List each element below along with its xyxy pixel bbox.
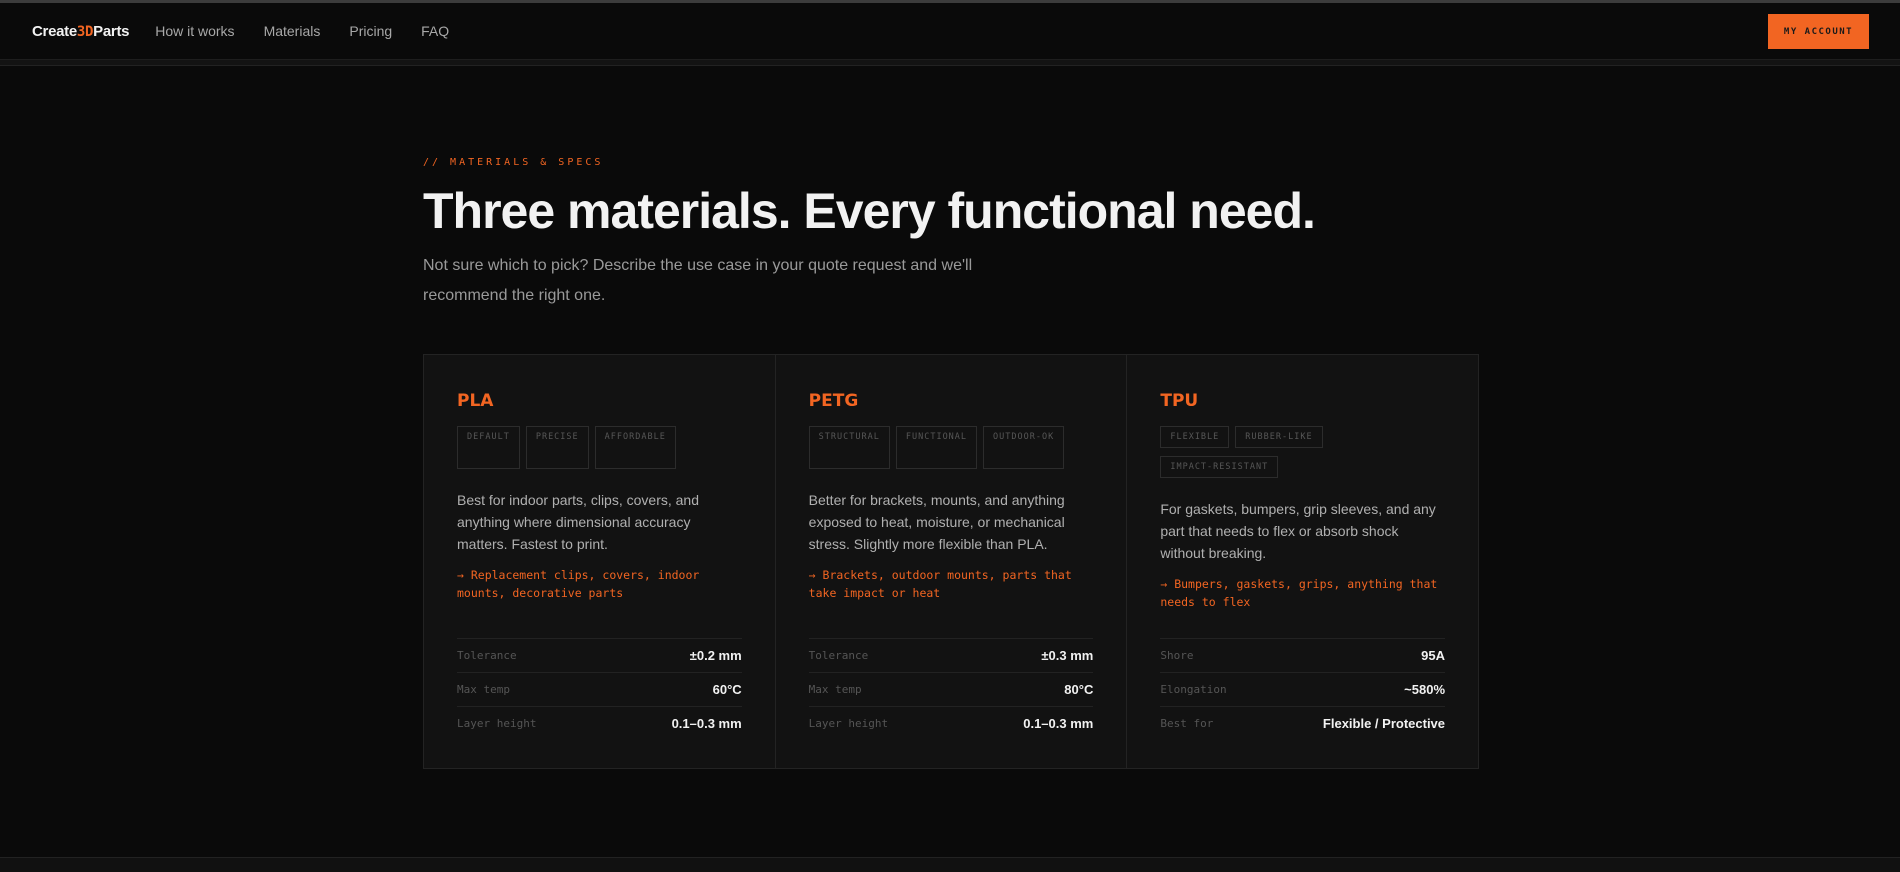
spec-row: Tolerance ±0.3 mm xyxy=(808,638,1094,672)
use-cases: → Bumpers, gaskets, grips, anything that… xyxy=(1160,577,1438,609)
logo-accent: 3D xyxy=(76,23,94,40)
material-cards: PLA DEFAULT PRECISE AFFORDABLE Best for indo… xyxy=(423,354,1479,769)
nav-pricing[interactable]: Pricing xyxy=(349,23,392,39)
material-card-pla: PLA DEFAULT PRECISE AFFORDABLE Best for indo… xyxy=(424,355,776,768)
spec-label: Max temp xyxy=(808,683,862,696)
spec-row: Shore 95A xyxy=(1160,638,1446,672)
material-name: PLA xyxy=(457,391,494,411)
use-cases: → Replacement clips, covers, indoor moun… xyxy=(457,568,700,600)
next-section-edge xyxy=(0,857,1900,872)
spec-row: Elongation ~580% xyxy=(1160,672,1446,706)
spec-value: ±0.2 mm xyxy=(689,648,742,663)
material-name: TPU xyxy=(1160,391,1199,411)
material-card-petg: PETG STRUCTURAL FUNCTIONAL OUTDOOR-OK Better… xyxy=(776,355,1128,768)
spec-table: Tolerance ±0.2 mm Max temp 60°C Layer height… xyxy=(457,638,742,740)
tag-list: FLEXIBLE RUBBER-LIKE IMPACT-RESISTANT xyxy=(1160,426,1445,478)
spec-value: ±0.3 mm xyxy=(1041,648,1094,663)
material-card-tpu: TPU FLEXIBLE RUBBER-LIKE IMPACT-RESISTANT Fo… xyxy=(1127,355,1478,768)
spec-label: Max temp xyxy=(457,683,510,696)
spec-row: Max temp 60°C xyxy=(457,672,742,706)
logo-text-end: Parts xyxy=(93,22,130,40)
spec-row: Max temp 80°C xyxy=(808,672,1094,706)
nav-materials[interactable]: Materials xyxy=(264,23,321,39)
spec-label: Best for xyxy=(1160,717,1214,730)
spec-value: 80°C xyxy=(1064,682,1094,697)
my-account-button[interactable]: MY ACCOUNT xyxy=(1768,14,1869,49)
tag: OUTDOOR-OK xyxy=(983,426,1065,469)
tag: DEFAULT xyxy=(457,426,520,469)
tag: PRECISE xyxy=(525,426,589,469)
spec-value: 0.1–0.3 mm xyxy=(1023,716,1094,731)
material-description: Better for brackets, mounts, and anythin… xyxy=(808,492,1065,552)
tag: IMPACT-RESISTANT xyxy=(1160,456,1279,478)
material-description: Best for indoor parts, clips, covers, an… xyxy=(457,492,699,552)
tag: FUNCTIONAL xyxy=(895,426,978,469)
spec-label: Tolerance xyxy=(457,649,517,662)
use-cases: → Brackets, outdoor mounts, parts that t… xyxy=(808,568,1072,600)
logo[interactable]: Create3DParts xyxy=(32,22,130,40)
tag-list: DEFAULT PRECISE AFFORDABLE xyxy=(457,426,742,469)
spec-value: 60°C xyxy=(712,682,742,697)
spec-label: Layer height xyxy=(808,717,889,730)
spec-value: ~580% xyxy=(1404,682,1446,697)
nav-faq[interactable]: FAQ xyxy=(421,23,449,39)
spec-row: Layer height 0.1–0.3 mm xyxy=(808,706,1094,740)
nav-how-it-works[interactable]: How it works xyxy=(155,23,234,39)
spec-value: Flexible / Protective xyxy=(1322,716,1446,731)
materials-section: // MATERIALS & SPECS Three materials. Ev… xyxy=(423,157,1479,769)
spec-row: Best for Flexible / Protective xyxy=(1160,706,1446,740)
navbar: Create3DParts How it works Materials Pri… xyxy=(0,3,1900,60)
nav-divider xyxy=(0,60,1900,66)
material-description: For gaskets, bumpers, grip sleeves, and … xyxy=(1160,501,1436,561)
spec-label: Shore xyxy=(1160,649,1194,662)
spec-label: Elongation xyxy=(1160,683,1227,696)
tag: STRUCTURAL xyxy=(808,426,890,469)
spec-label: Tolerance xyxy=(808,649,869,662)
spec-value: 0.1–0.3 mm xyxy=(671,716,742,731)
tag: AFFORDABLE xyxy=(594,426,676,469)
spec-value: 95A xyxy=(1421,648,1446,663)
spec-table: Tolerance ±0.3 mm Max temp 80°C Layer height… xyxy=(808,638,1094,740)
spec-label: Layer height xyxy=(457,717,537,730)
section-subtitle: Not sure which to pick? Describe the use… xyxy=(423,257,973,304)
tag-list: STRUCTURAL FUNCTIONAL OUTDOOR-OK xyxy=(808,426,1094,469)
spec-row: Layer height 0.1–0.3 mm xyxy=(457,706,742,740)
section-eyebrow: // MATERIALS & SPECS xyxy=(423,157,604,168)
tag: RUBBER-LIKE xyxy=(1235,426,1323,448)
logo-text: Create xyxy=(32,22,77,40)
material-name: PETG xyxy=(808,391,859,411)
tag: FLEXIBLE xyxy=(1160,426,1230,448)
spec-row: Tolerance ±0.2 mm xyxy=(457,638,742,672)
section-title: Three materials. Every functional need. xyxy=(423,183,1316,239)
spec-table: Shore 95A Elongation ~580% Best for Flexible … xyxy=(1160,638,1446,740)
